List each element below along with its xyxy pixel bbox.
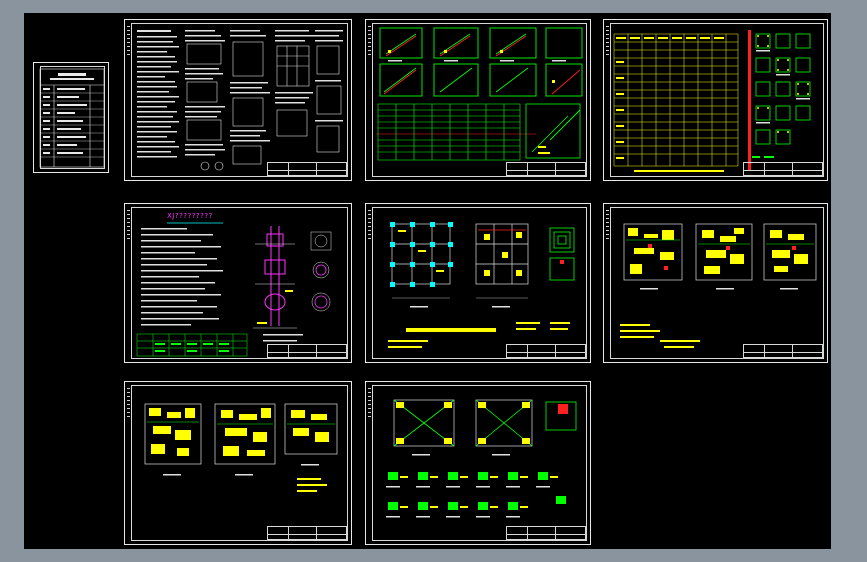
sheet-roof-plan[interactable] — [365, 381, 591, 545]
column-schedule-table — [613, 30, 811, 172]
foundation-detail-drawing — [136, 222, 332, 357]
drawing-canvas[interactable]: XJ????????? — [24, 13, 831, 549]
sheet-stair-details[interactable] — [365, 19, 591, 181]
floor-reinforcement-drawing-1 — [620, 223, 817, 348]
title-block — [743, 162, 823, 176]
pile-section — [264, 226, 286, 326]
title-block — [267, 526, 347, 540]
stair-sections — [376, 27, 583, 161]
sheet-floor-reinforcement-1[interactable] — [603, 203, 828, 363]
sheet-foundation-plan[interactable] — [365, 203, 591, 363]
title-block — [506, 162, 586, 176]
sheet-foundation-notes[interactable]: XJ????????? — [124, 203, 352, 363]
roof-plan-drawing — [386, 399, 577, 518]
title-block — [506, 526, 586, 540]
foundation-plan-drawing — [388, 222, 575, 348]
beam-sections — [388, 472, 566, 510]
title-block — [267, 162, 347, 176]
rebar-table — [377, 103, 521, 161]
title-block — [506, 344, 586, 358]
sheet-drawing-index[interactable] — [33, 62, 109, 173]
index-table — [39, 68, 105, 168]
title-block — [743, 344, 823, 358]
sheet-general-notes[interactable] — [124, 19, 352, 181]
notes-text-blocks — [137, 30, 343, 171]
floor-reinforcement-drawing-2 — [144, 403, 338, 492]
sheet-column-schedule[interactable] — [603, 19, 828, 181]
sheet-floor-reinforcement-2[interactable] — [124, 381, 352, 545]
title-block — [267, 344, 347, 358]
